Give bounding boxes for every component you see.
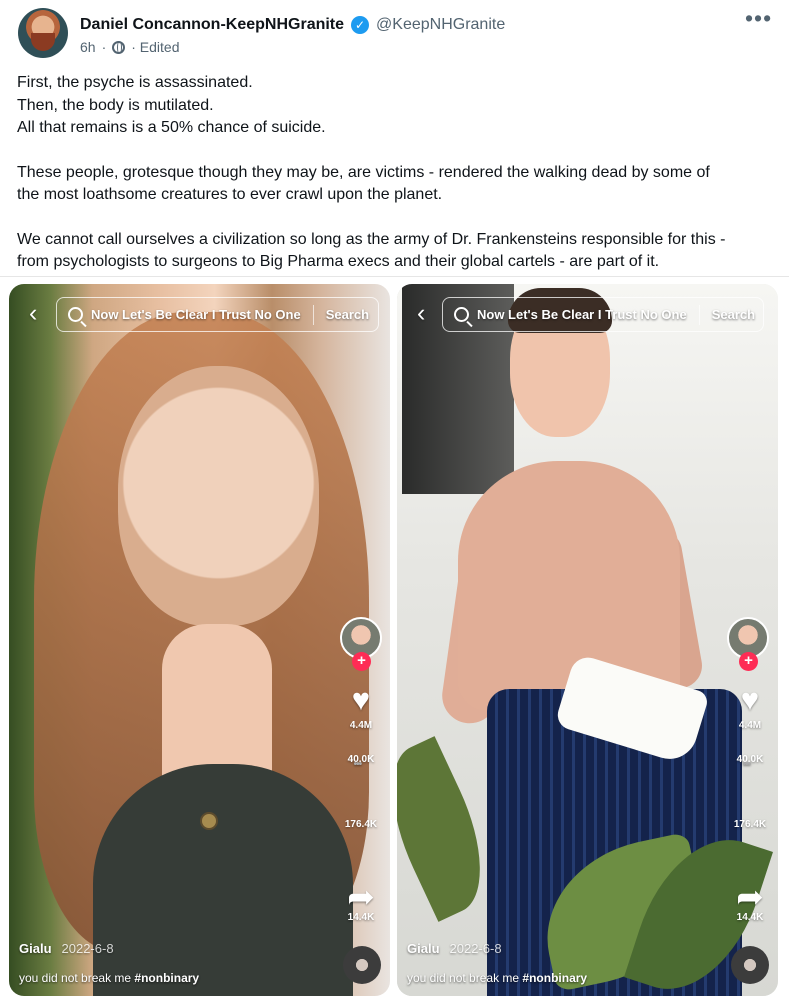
search-bar[interactable]: Now Let's Be Clear I Trust No One Search xyxy=(442,297,764,332)
post-line: Then, the body is mutilated. xyxy=(17,96,214,114)
comment-action[interactable]: 40.0K xyxy=(336,754,386,765)
follow-plus-icon[interactable]: + xyxy=(352,652,371,671)
search-bar[interactable]: Now Let's Be Clear I Trust No One Search xyxy=(56,297,379,332)
post-metadata: 6h · · Edited xyxy=(80,38,180,56)
separator-dot: · xyxy=(101,39,107,55)
author-avatar[interactable] xyxy=(18,8,68,58)
caption-text: you did not break me xyxy=(407,971,520,985)
post-line: First, the psyche is assassinated. xyxy=(17,74,253,91)
post-body: First, the psyche is assassinated. Then,… xyxy=(17,72,777,274)
like-count: 4.4M xyxy=(738,720,762,731)
follow-plus-icon[interactable]: + xyxy=(739,652,758,671)
heart-icon[interactable]: ♥ xyxy=(336,684,386,715)
post-line: These people, grotesque though they may … xyxy=(17,163,710,181)
hashtag-link[interactable]: #nonbinary xyxy=(522,971,587,985)
save-count: 176.4K xyxy=(344,819,378,830)
author-handle[interactable]: @KeepNHGranite xyxy=(376,16,505,34)
video-author-line: Gialu 2022-6-8 xyxy=(19,941,114,956)
globe-icon xyxy=(112,40,126,54)
video-still-right xyxy=(397,284,778,996)
share-action[interactable]: ➦ 14.4K xyxy=(336,880,386,923)
post-header: Daniel Concannon-KeepNHGranite ✓ @KeepNH… xyxy=(0,0,789,62)
music-disc-icon[interactable] xyxy=(731,946,769,984)
save-count: 176.4K xyxy=(733,819,767,830)
share-count: 14.4K xyxy=(736,912,764,923)
video-still-left xyxy=(9,284,390,996)
share-action[interactable]: ➦ 14.4K xyxy=(725,880,775,923)
post-line: We cannot call ourselves a civilization … xyxy=(17,230,726,248)
video-author-line: Gialu 2022-6-8 xyxy=(407,941,502,956)
like-count: 4.4M xyxy=(349,720,373,731)
post-line: All that remains is a 50% chance of suic… xyxy=(17,119,326,136)
search-button[interactable]: Search xyxy=(326,307,369,322)
more-options-icon[interactable]: ••• xyxy=(745,7,771,32)
like-action[interactable]: ♥ 4.4M xyxy=(336,684,386,731)
share-icon[interactable]: ➦ xyxy=(736,878,764,915)
photo-shirt xyxy=(93,764,353,996)
author-line: Daniel Concannon-KeepNHGranite ✓ @KeepNH… xyxy=(80,14,505,36)
edited-label[interactable]: · Edited xyxy=(131,39,179,55)
share-icon[interactable]: ➦ xyxy=(347,878,375,915)
search-query[interactable]: Now Let's Be Clear I Trust No One xyxy=(91,307,301,322)
share-count: 14.4K xyxy=(347,912,375,923)
search-icon xyxy=(68,307,83,322)
comment-action[interactable]: 40.0K xyxy=(725,754,775,765)
media-screenshot-left[interactable]: ‹ Now Let's Be Clear I Trust No One Sear… xyxy=(9,284,390,996)
media-screenshot-right[interactable]: ‹ Now Let's Be Clear I Trust No One Sear… xyxy=(397,284,778,996)
author-name[interactable]: Daniel Concannon-KeepNHGranite xyxy=(80,16,344,34)
search-button[interactable]: Search xyxy=(712,307,755,322)
video-date: 2022-6-8 xyxy=(449,941,502,956)
photo-face xyxy=(118,366,319,626)
music-disc-icon[interactable] xyxy=(343,946,381,984)
photo-necklace xyxy=(200,812,218,830)
hashtag-link[interactable]: #nonbinary xyxy=(134,971,199,985)
post-line: the most loathsome creatures to ever cra… xyxy=(17,186,443,203)
post-time[interactable]: 6h xyxy=(80,39,96,55)
video-username[interactable]: Gialu xyxy=(19,941,52,956)
heart-icon[interactable]: ♥ xyxy=(725,684,775,715)
search-divider xyxy=(312,304,314,325)
video-username[interactable]: Gialu xyxy=(407,941,440,956)
back-arrow-icon[interactable]: ‹ xyxy=(29,301,47,326)
search-divider xyxy=(698,304,700,325)
post-divider xyxy=(0,276,789,277)
search-icon xyxy=(454,307,469,322)
like-action[interactable]: ♥ 4.4M xyxy=(725,684,775,731)
verified-badge-icon: ✓ xyxy=(351,16,370,34)
post-line: from psychologists to surgeons to Big Ph… xyxy=(17,253,660,270)
video-caption: you did not break me #nonbinary xyxy=(19,971,199,985)
caption-text: you did not break me xyxy=(19,971,132,985)
back-arrow-icon[interactable]: ‹ xyxy=(417,301,435,326)
video-caption: you did not break me #nonbinary xyxy=(407,971,587,985)
save-action[interactable]: 176.4K xyxy=(336,819,386,830)
save-action[interactable]: 176.4K xyxy=(725,819,775,830)
video-date: 2022-6-8 xyxy=(61,941,114,956)
search-query[interactable]: Now Let's Be Clear I Trust No One xyxy=(477,307,687,322)
